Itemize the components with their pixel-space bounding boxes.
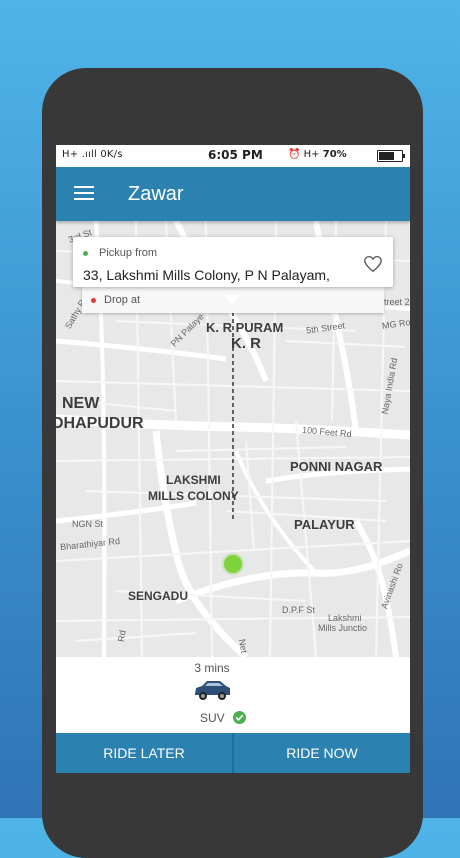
check-circle-icon [233, 711, 246, 724]
ride-now-button[interactable]: RIDE NOW [234, 733, 410, 773]
map-label-siddhapudur: DHAPUDUR [56, 415, 144, 432]
app-bar: Zawar [56, 167, 410, 221]
map-label-lakshmi-mills-junction-2: Mills Junctio [318, 623, 368, 633]
battery-icon [377, 150, 405, 162]
status-time: 6:05 PM [208, 148, 263, 162]
map-label-kr: K. R [231, 335, 261, 352]
heart-outline-icon[interactable] [363, 255, 383, 273]
drop-dot-icon [91, 298, 96, 303]
status-indicators-right: ⏰ H+ 70% [288, 149, 347, 160]
map-label-lakshmi-mills-junction: Lakshmi [328, 613, 362, 623]
app-title: Zawar [128, 183, 184, 205]
alarm-icon: ⏰ [288, 149, 301, 160]
status-indicators-left: H+ .ııll 0K/s [62, 149, 123, 160]
map-label-new: NEW [62, 395, 100, 412]
map-label-ngn-st: NGN St [72, 519, 104, 529]
card-pointer [224, 295, 240, 305]
pickup-dot-icon [83, 251, 88, 256]
map-label-dpf-st: D.P.F St [282, 605, 315, 615]
app-screen: H+ .ııll 0K/s 6:05 PM ⏰ H+ 70% Zawar 3rd… [56, 145, 410, 773]
suv-car-icon[interactable] [192, 677, 232, 703]
map-label-palayur: PALAYUR [294, 517, 355, 532]
map-label-net: Net [236, 638, 250, 654]
map-label-rd: Rd [115, 629, 128, 643]
map-label-lakshmi: LAKSHMI [166, 473, 221, 487]
status-bar: H+ .ııll 0K/s 6:05 PM ⏰ H+ 70% [56, 145, 410, 167]
map-label-sengadu: SENGADU [128, 589, 189, 603]
map-label-ponni-nagar: PONNI NAGAR [290, 459, 383, 474]
pickup-location-pin[interactable] [224, 555, 242, 573]
map-label-kr-puram: K. R PURAM [206, 320, 284, 335]
car-type-label: SUV [200, 711, 225, 725]
eta-text: 3 mins [194, 661, 230, 675]
ride-later-button[interactable]: RIDE LATER [56, 733, 232, 773]
ride-option-panel: 3 mins SUV [56, 657, 410, 733]
battery-percent: 70% [322, 149, 347, 160]
pickup-location-card[interactable]: Pickup from 33, Lakshmi Mills Colony, P … [73, 237, 393, 287]
pickup-address: 33, Lakshmi Mills Colony, P N Palayam, [83, 267, 330, 283]
drop-label: Drop at [104, 294, 141, 306]
hamburger-menu-icon[interactable] [74, 186, 94, 202]
map-label-mills-colony: MILLS COLONY [148, 489, 239, 503]
pickup-label: Pickup from [99, 247, 158, 259]
network-type: H+ [303, 149, 320, 160]
